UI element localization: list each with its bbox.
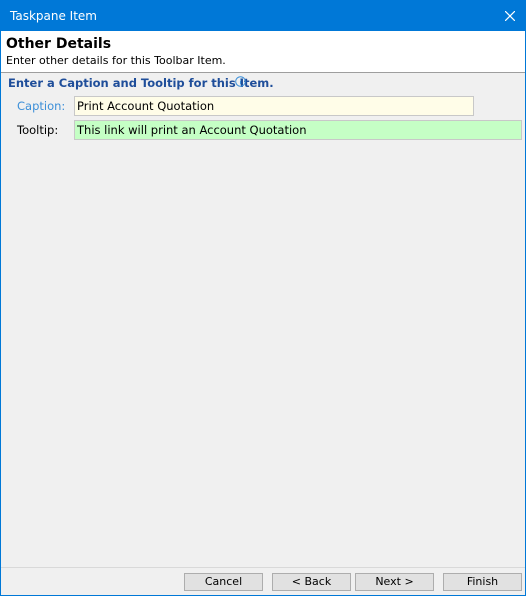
footer-divider <box>1 567 525 568</box>
section-heading: Enter a Caption and Tooltip for this Ite… <box>8 76 274 90</box>
window-title: Taskpane Item <box>10 9 97 23</box>
title-bar[interactable]: Taskpane Item <box>1 1 525 31</box>
page-subtitle: Enter other details for this Toolbar Ite… <box>6 54 226 67</box>
finish-button[interactable]: Finish <box>443 573 522 591</box>
back-button[interactable]: < Back <box>272 573 351 591</box>
next-button[interactable]: Next > <box>355 573 434 591</box>
tooltip-input[interactable] <box>74 120 522 140</box>
wizard-header: Other Details Enter other details for th… <box>1 31 525 73</box>
caption-label: Caption: <box>17 99 66 113</box>
page-title: Other Details <box>6 36 112 52</box>
info-icon[interactable] <box>235 76 246 87</box>
caption-input[interactable] <box>74 96 474 116</box>
tooltip-label: Tooltip: <box>17 123 59 137</box>
close-button[interactable] <box>495 1 525 31</box>
cancel-button[interactable]: Cancel <box>184 573 263 591</box>
close-icon <box>505 11 515 21</box>
taskpane-item-dialog: Taskpane Item Other Details Enter other … <box>0 0 526 596</box>
